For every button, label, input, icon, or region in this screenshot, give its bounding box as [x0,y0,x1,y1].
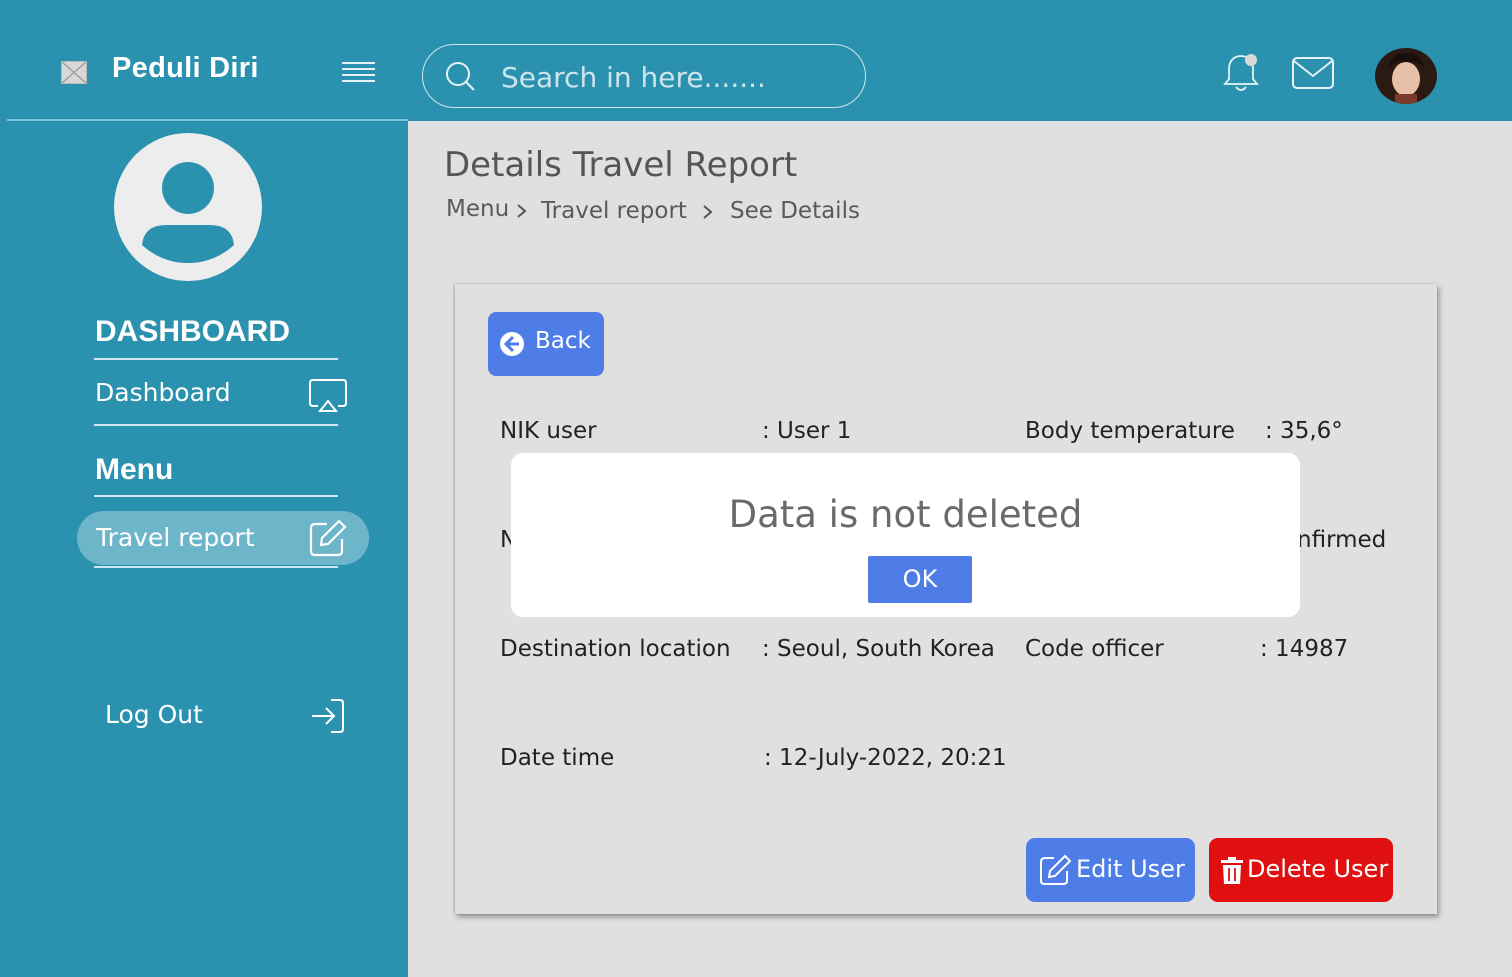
logout-icon [312,699,344,733]
code-officer-value: : 14987 [1260,636,1349,662]
back-button[interactable]: Back [488,312,604,376]
sidebar-item-dashboard[interactable]: Dashboard [95,378,348,418]
search-input[interactable] [501,57,841,97]
sidebar-item-label: Travel report [96,523,255,552]
edit-user-label: Edit User [1076,855,1185,883]
mail-icon[interactable] [1291,56,1335,90]
monitor-icon [309,379,347,412]
breadcrumb-menu[interactable]: Menu [446,196,509,222]
sidebar-item-label: Dashboard [95,378,231,407]
edit-icon [309,519,347,557]
section-divider [94,566,338,568]
arrow-left-circle-icon [500,332,524,356]
profile-avatar [114,133,262,281]
sidebar-divider [7,119,408,121]
back-label: Back [535,328,591,354]
breadcrumb-see-details: See Details [730,198,860,224]
chevron-right-icon [517,204,527,218]
ok-button[interactable]: OK [868,556,972,603]
section-divider [94,424,338,426]
user-silhouette-icon [142,162,234,263]
partial-status-value: nfirmed [1297,527,1387,553]
nik-value: : User 1 [762,418,852,444]
date-time-value: : 12-July-2022, 20:21 [764,745,1007,771]
alert-message: Data is not deleted [728,493,1083,536]
destination-value: : Seoul, South Korea [762,636,995,662]
search-icon[interactable] [445,61,477,93]
breadcrumb-travel-report[interactable]: Travel report [541,198,687,224]
edit-user-button[interactable]: Edit User [1026,838,1195,902]
temperature-label: Body temperature [1025,418,1235,444]
section-divider [94,358,338,360]
logout-label: Log Out [105,700,203,729]
temperature-value: : 35,6° [1265,418,1343,444]
sidebar-item-travel-report[interactable]: Travel report [77,511,369,565]
user-avatar[interactable] [1375,48,1437,104]
search-bar [422,44,866,108]
nik-label: NIK user [500,418,597,444]
hamburger-menu-icon[interactable] [340,60,376,86]
app-title: Peduli Diri [112,52,259,84]
page-title: Details Travel Report [444,145,798,185]
section-divider [94,495,338,497]
code-officer-label: Code officer [1025,636,1164,662]
delete-user-label: Delete User [1247,855,1389,883]
logout-button[interactable]: Log Out [105,699,345,736]
delete-user-button[interactable]: Delete User [1209,838,1393,902]
trash-icon [1221,857,1243,884]
chevron-right-icon [703,205,713,219]
destination-label: Destination location [500,636,731,662]
notification-bell-icon[interactable] [1221,52,1261,94]
dashboard-section-title: DASHBOARD [95,315,290,348]
date-time-label: Date time [500,745,615,771]
menu-section-title: Menu [95,453,174,486]
broken-image-icon [61,61,87,84]
edit-icon [1040,854,1071,885]
